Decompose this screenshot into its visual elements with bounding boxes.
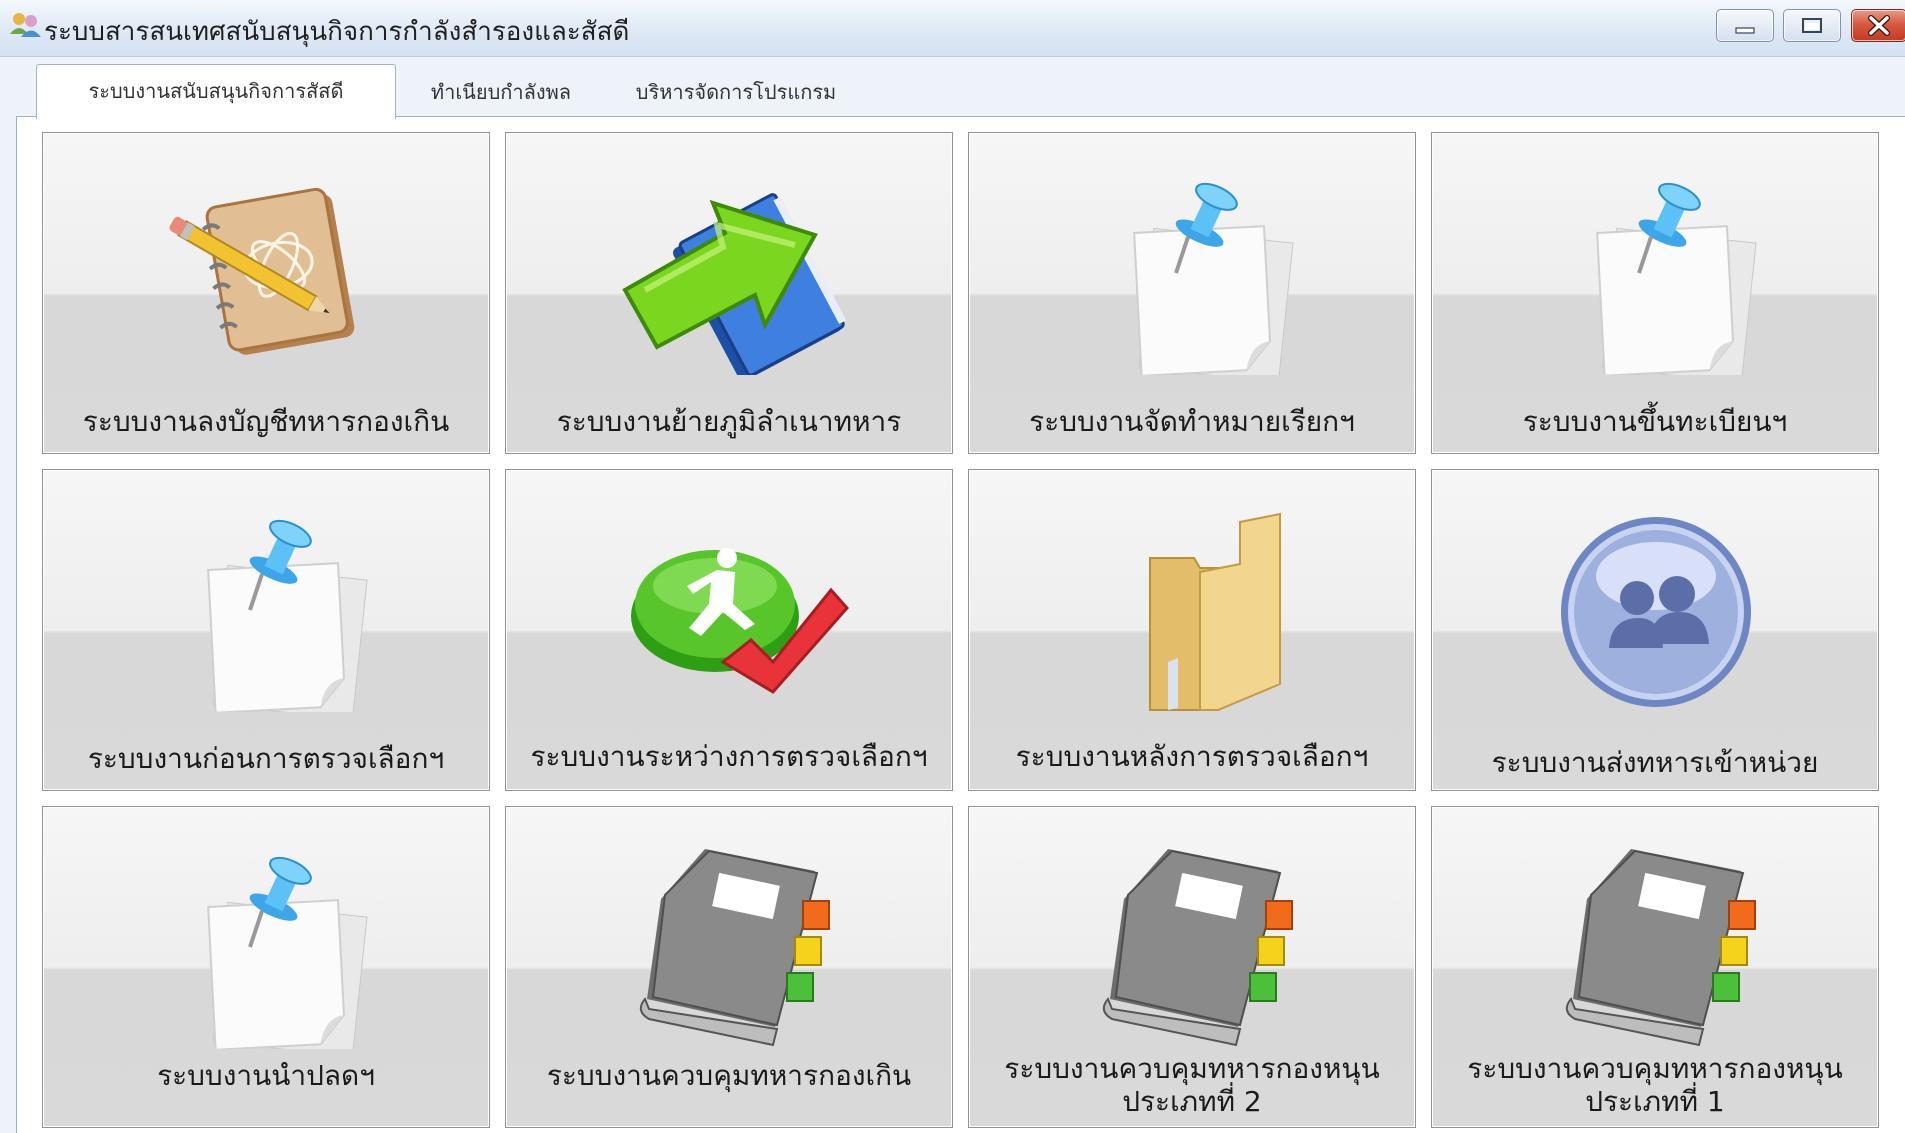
gray-book-icon bbox=[1102, 849, 1293, 1047]
tile-summons-preparation[interactable]: ระบบงานจัดทำหมายเรียกฯ bbox=[968, 132, 1416, 454]
tile-label: ระบบงานส่งทหารเข้าหน่วย bbox=[1491, 746, 1819, 779]
tile-discharge[interactable]: ระบบงานนำปลดฯ bbox=[42, 806, 490, 1128]
runner-check-icon bbox=[631, 548, 850, 694]
notebook-pencil-icon bbox=[169, 187, 355, 355]
tab-reserve-support[interactable]: ระบบงานสนับสนุนกิจการสัสดี bbox=[36, 64, 396, 119]
tile-domicile-transfer[interactable]: ระบบงานย้ายภูมิลำเนาทหาร bbox=[505, 132, 953, 454]
tile-label: ระบบงานลงบัญชีทหารกองเกิน bbox=[82, 405, 450, 438]
tile-during-selection[interactable]: ระบบงานระหว่างการตรวจเลือกฯ bbox=[505, 469, 953, 791]
tile-unit-dispatch[interactable]: ระบบงานส่งทหารเข้าหน่วย bbox=[1431, 469, 1879, 791]
tile-conscript-registration[interactable]: ระบบงานลงบัญชีทหารกองเกิน bbox=[42, 132, 490, 454]
tile-label: ระบบงานควบคุมทหารกองหนุน ประเภทที่ 2 bbox=[1004, 1052, 1380, 1118]
gray-book-icon bbox=[1565, 849, 1756, 1047]
tile-reserve-type2-control[interactable]: ระบบงานควบคุมทหารกองหนุน ประเภทที่ 2 bbox=[968, 806, 1416, 1128]
tile-label: ระบบงานหลังการตรวจเลือกฯ bbox=[1015, 740, 1369, 773]
tile-enlistment-registration[interactable]: ระบบงานขึ้นทะเบียนฯ bbox=[1431, 132, 1879, 454]
users-app-icon bbox=[10, 13, 41, 37]
maximize-icon bbox=[1802, 18, 1822, 33]
close-button[interactable] bbox=[1851, 9, 1905, 42]
tile-label: ระบบงานควบคุมทหารกองเกิน bbox=[546, 1059, 912, 1092]
minimize-icon bbox=[1735, 27, 1755, 34]
pinned-note-icon bbox=[207, 519, 368, 712]
users-orb-icon bbox=[1561, 517, 1751, 707]
tile-label: ระบบงานก่อนการตรวจเลือกฯ bbox=[87, 742, 445, 775]
tile-label: ระบบงานย้ายภูมิลำเนาทหาร bbox=[556, 405, 902, 438]
window-title: ระบบสารสนเทศสนับสนุนกิจการกำลังสำรองและส… bbox=[44, 17, 630, 47]
tile-label: ระบบงานควบคุมทหารกองหนุน ประเภทที่ 1 bbox=[1467, 1052, 1843, 1118]
tile-pre-selection[interactable]: ระบบงานก่อนการตรวจเลือกฯ bbox=[42, 469, 490, 791]
pinned-note-icon bbox=[1133, 182, 1294, 375]
tab-strip: ระบบงานสนับสนุนกิจการสัสดี ทำเนียบกำลังพ… bbox=[16, 64, 1905, 119]
tile-reserve-type1-control[interactable]: ระบบงานควบคุมทหารกองหนุน ประเภทที่ 1 bbox=[1431, 806, 1879, 1128]
close-icon bbox=[1868, 15, 1890, 36]
tab-program-management[interactable]: บริหารจัดการโปรแกรม bbox=[616, 68, 856, 116]
tile-label: ระบบงานขึ้นทะเบียนฯ bbox=[1522, 405, 1788, 438]
tile-post-selection[interactable]: ระบบงานหลังการตรวจเลือกฯ bbox=[968, 469, 1416, 791]
tile-label: ระบบงานจัดทำหมายเรียกฯ bbox=[1029, 405, 1355, 438]
tab-personnel-directory[interactable]: ทำเนียบกำลังพล bbox=[406, 68, 596, 116]
folder-icon bbox=[1149, 512, 1281, 711]
title-bar: ระบบสารสนเทศสนับสนุนกิจการกำลังสำรองและส… bbox=[0, 0, 1905, 57]
arrow-book-icon bbox=[622, 193, 847, 375]
minimize-button[interactable] bbox=[1716, 9, 1774, 42]
pinned-note-icon bbox=[207, 856, 368, 1049]
gray-book-icon bbox=[639, 849, 830, 1047]
pinned-note-icon bbox=[1596, 182, 1757, 375]
maximize-button[interactable] bbox=[1783, 9, 1841, 42]
tile-panel: ระบบงานลงบัญชีทหารกองเกิน ระบบงานย้ายภูม… bbox=[16, 116, 1905, 1133]
tile-label: ระบบงานนำปลดฯ bbox=[157, 1059, 375, 1092]
tile-label: ระบบงานระหว่างการตรวจเลือกฯ bbox=[530, 740, 928, 773]
tile-conscript-control[interactable]: ระบบงานควบคุมทหารกองเกิน bbox=[505, 806, 953, 1128]
